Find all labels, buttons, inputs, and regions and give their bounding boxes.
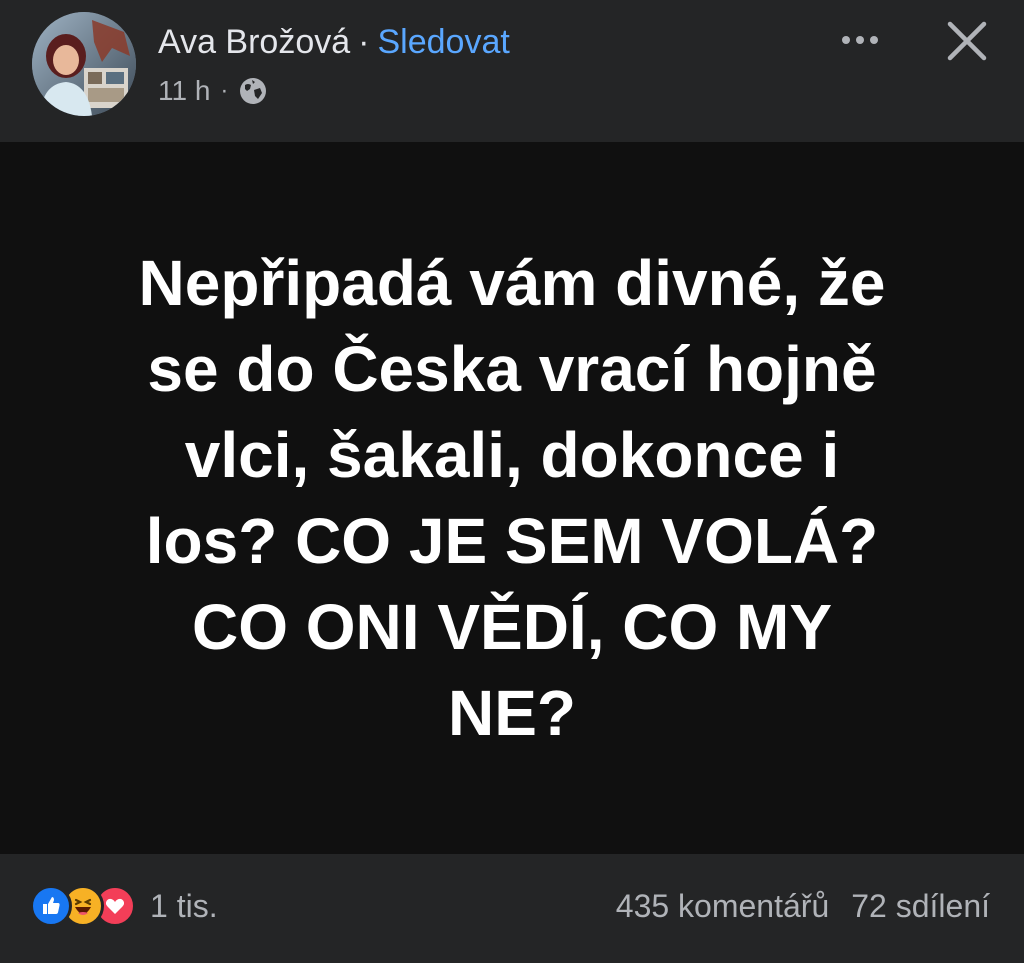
avatar-image [32,12,136,116]
post-content: Nepřipadá vám divné, že se do Česka vrac… [0,142,1024,854]
comments-count[interactable]: 435 komentářů [616,888,829,925]
name-separator: · [358,23,370,61]
more-dot [856,36,864,44]
more-dot [870,36,878,44]
close-button[interactable] [938,12,996,70]
shares-count[interactable]: 72 sdílení [851,888,990,925]
post-meta: 11 h · [158,74,268,108]
post-timestamp[interactable]: 11 h [158,75,210,107]
follow-button[interactable]: Sledovat [377,23,509,61]
post-header: Ava Brožová · Sledovat 11 h · [0,0,1024,142]
avatar[interactable] [32,12,136,116]
post-text: Nepřipadá vám divné, že se do Česka vrac… [138,247,886,749]
reactions-summary[interactable]: 1 tis. [30,884,218,928]
more-options-button[interactable] [826,20,894,60]
reaction-count: 1 tis. [150,887,218,924]
more-horizontal-icon [842,36,850,44]
globe-icon [240,78,267,104]
meta-separator: · [220,77,229,104]
post-viewer: Ava Brožová · Sledovat 11 h · Nepřipadá vá… [0,0,1024,963]
like-icon [30,885,72,927]
close-icon [947,21,987,61]
author-name[interactable]: Ava Brožová [158,23,350,61]
engagement-stats: 435 komentářů 72 sdílení [616,884,990,928]
author-line: Ava Brožová · Sledovat [158,22,510,62]
